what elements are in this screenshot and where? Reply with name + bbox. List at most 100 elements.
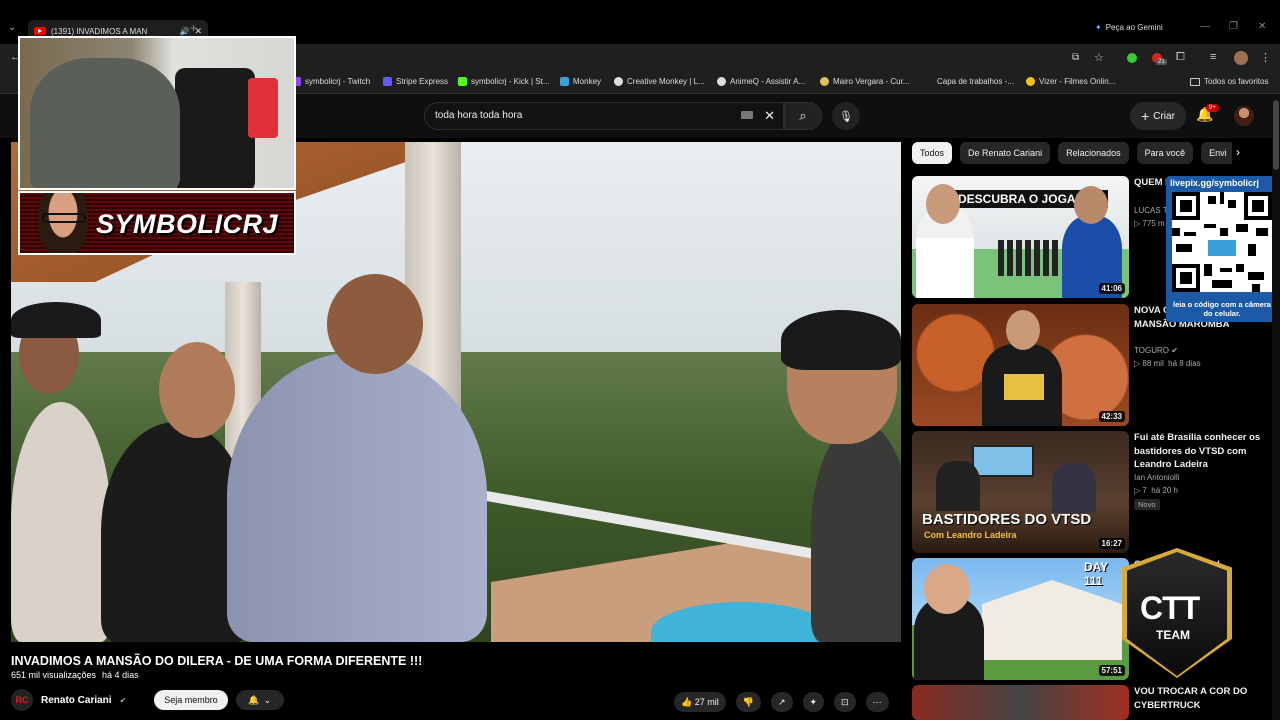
extension-green-icon[interactable] — [1127, 53, 1137, 63]
install-app-icon[interactable]: ⧉ — [1072, 52, 1079, 63]
notification-count-badge: 9+ — [1206, 104, 1219, 112]
scrollbar-thumb[interactable] — [1273, 100, 1279, 170]
like-button[interactable]: 👍 27 mil — [674, 692, 726, 712]
video-thumbnail[interactable]: BASTIDORES DO VTSD Com Leandro Ladeira 1… — [912, 431, 1129, 553]
bookmark-item[interactable]: Stripe Express — [383, 77, 448, 86]
like-count: 27 mil — [694, 697, 719, 707]
search-icon: ⌕ — [799, 108, 807, 123]
join-button[interactable]: Seja membro — [154, 690, 228, 710]
streamer-avatar — [38, 193, 88, 253]
thumbs-down-icon: 👎 — [742, 696, 754, 707]
thumbnail-person — [1052, 463, 1096, 513]
subscribed-button[interactable]: 🔔 ⌄ — [235, 690, 284, 710]
chip-all[interactable]: Todos — [912, 142, 953, 164]
views-text: 775 m — [1142, 219, 1165, 228]
close-window-icon[interactable]: ✕ — [1258, 21, 1266, 32]
browser-menu-icon[interactable]: ⋮ — [1260, 51, 1271, 64]
create-button[interactable]: + Criar — [1130, 102, 1186, 130]
badge-line2: TEAM — [1156, 628, 1190, 642]
views-text: 88 mil — [1142, 359, 1164, 368]
video-thumbnail[interactable]: DESCUBRA O JOGADOR 41:06 — [912, 176, 1129, 298]
bell-icon: 🔔 — [248, 694, 260, 705]
tab-list-chevron-icon[interactable]: ⌄ — [8, 22, 16, 33]
chevron-right-icon[interactable]: › — [1236, 145, 1240, 159]
clip-button[interactable]: ✦ — [802, 692, 825, 712]
bookmark-item[interactable]: symbolicrj - Kick | St... — [458, 77, 550, 86]
recommendation-views: ▷ 7 há 20 h — [1134, 486, 1178, 495]
bookmark-item[interactable]: Creative Monkey | L... — [614, 77, 705, 86]
thumbnail-box — [1004, 374, 1044, 400]
chip-related[interactable]: Relacionados — [1058, 142, 1129, 164]
youtube-favicon-icon — [34, 27, 46, 35]
thumbnail-face — [926, 184, 960, 224]
bookmark-item[interactable]: Capa de trabalhos -... — [924, 77, 1014, 86]
views-text: 7 — [1142, 486, 1147, 495]
search-input[interactable]: toda hora toda hora ✕ — [424, 102, 784, 130]
all-bookmarks-button[interactable]: Todos os favoritos — [1190, 77, 1268, 86]
upload-age: há 4 dias — [102, 670, 139, 680]
video-person — [227, 352, 487, 642]
qr-code-icon — [1172, 192, 1272, 292]
gemini-label: Peça ao Gemini — [1105, 23, 1163, 32]
sparkle-icon: ✦ — [809, 696, 818, 707]
thumbnail-person — [936, 461, 980, 511]
new-tab-icon[interactable]: + — [190, 21, 197, 35]
video-person — [811, 422, 901, 642]
minimize-icon[interactable]: — — [1200, 21, 1210, 32]
account-avatar[interactable] — [1234, 106, 1254, 126]
video-thumbnail[interactable]: DAY 111 57:51 — [912, 558, 1129, 680]
bookmark-item[interactable]: symbolicrj - Twitch — [292, 77, 370, 86]
restore-icon[interactable]: ❐ — [1229, 21, 1238, 32]
scrollbar[interactable] — [1272, 94, 1280, 720]
streamer-name-banner: SYMBOLICRJ — [18, 191, 296, 255]
video-thumbnail[interactable]: 42:33 — [912, 304, 1129, 426]
keyboard-icon[interactable] — [741, 111, 753, 119]
bookmark-item[interactable]: AnimeQ - Assistir A... — [717, 77, 805, 86]
extensions-puzzle-icon[interactable]: ⧠ — [1176, 51, 1185, 64]
bookmark-star-icon[interactable]: ☆ — [1094, 51, 1104, 64]
filter-chips: Todos De Renato Cariani Relacionados Par… — [912, 142, 1232, 164]
chip-channel[interactable]: De Renato Cariani — [960, 142, 1051, 164]
streamer-webcam — [18, 36, 296, 190]
share-button[interactable]: ↗ — [770, 692, 793, 712]
profile-avatar[interactable] — [1234, 51, 1248, 65]
bookmark-item[interactable]: Monkey — [560, 77, 601, 86]
chip-uploaded[interactable]: Envi — [1201, 142, 1232, 164]
ask-gemini-button[interactable]: ✦ Peça ao Gemini — [1095, 23, 1163, 32]
streamer-name: SYMBOLICRJ — [96, 209, 279, 239]
recommendation-item[interactable]: 42:33 NOVA C DE OVO DA MANSÃO MAROMBA TO… — [912, 304, 1272, 426]
more-button[interactable]: ⋯ — [865, 692, 889, 712]
share-icon: ↗ — [777, 696, 786, 707]
video-thumbnail[interactable] — [912, 685, 1129, 720]
reading-list-icon[interactable]: ≡ — [1210, 51, 1216, 63]
monkey-icon — [560, 77, 569, 86]
bookmark-item[interactable]: Mairo Vergara - Cur... — [820, 77, 909, 86]
globe-icon — [717, 77, 726, 86]
chip-for-you[interactable]: Para você — [1136, 142, 1194, 164]
channel-logo[interactable]: RC — [11, 689, 33, 711]
new-badge: Novo — [1134, 499, 1160, 510]
globe-icon — [614, 77, 623, 86]
livepix-qr-overlay: livepix.gg/symbolicrj leia o código com … — [1166, 176, 1278, 322]
recommendation-channel: LUCAS T — [1134, 206, 1168, 215]
webcam-punching-bag — [248, 78, 278, 138]
voice-search-button[interactable]: 🎙 — [832, 102, 860, 130]
search-value: toda hora toda hora — [435, 110, 523, 121]
badge-line1: CTT — [1140, 590, 1200, 626]
recommendation-item[interactable]: VOU TROCAR A COR DO CYBERTRUCK — [912, 685, 1272, 720]
video-cap — [11, 302, 101, 338]
channel-name[interactable]: Renato Cariani — [41, 695, 112, 706]
save-button[interactable]: ⊡ — [834, 692, 856, 712]
view-count: 651 mil visualizações — [11, 670, 97, 680]
video-title: INVADIMOS A MANSÃO DO DILERA - DE UMA FO… — [11, 654, 423, 668]
search-button[interactable]: ⌕ — [784, 102, 822, 130]
recommendation-title: Fui até Brasília conhecer os bastidores … — [1134, 432, 1261, 470]
bookmark-item[interactable]: Vizer - Filmes Onlin... — [1026, 77, 1115, 86]
dislike-button[interactable]: 👎 — [735, 692, 761, 712]
recommendation-item[interactable]: BASTIDORES DO VTSD Com Leandro Ladeira 1… — [912, 431, 1272, 553]
speaker-icon[interactable]: 🔊 — [179, 27, 189, 36]
recommendation-views: ▷ 88 mil há 8 dias — [1134, 359, 1201, 368]
create-label: Criar — [1153, 110, 1175, 122]
video-duration: 16:27 — [1098, 538, 1125, 549]
clear-search-icon[interactable]: ✕ — [764, 108, 775, 124]
